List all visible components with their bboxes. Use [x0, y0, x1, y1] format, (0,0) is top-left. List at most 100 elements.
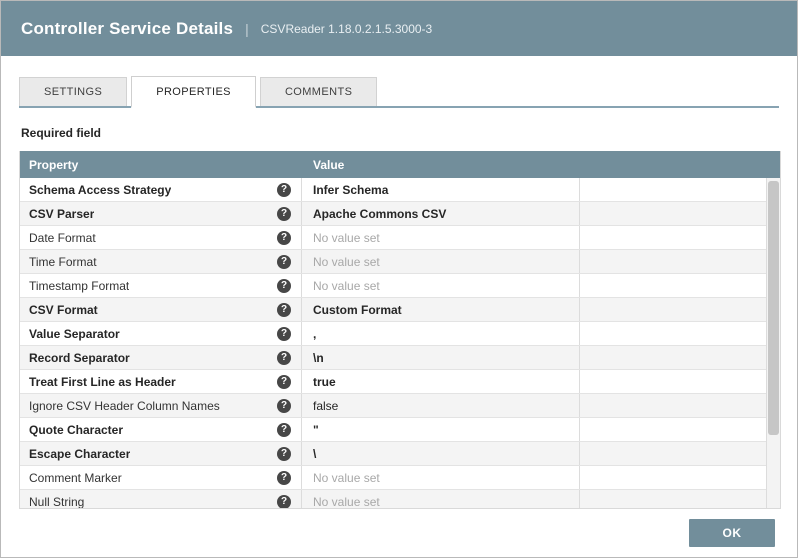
property-value: Custom Format — [313, 302, 402, 317]
empty-cell — [580, 418, 780, 441]
help-icon[interactable]: ? — [277, 206, 291, 221]
property-name: Comment Marker — [29, 470, 122, 485]
vertical-scrollbar[interactable] — [766, 178, 780, 508]
value-cell[interactable]: \n — [302, 346, 580, 369]
property-cell: Timestamp Format ? — [20, 274, 302, 297]
table-row[interactable]: Null String ? No value set — [20, 490, 780, 508]
table-row[interactable]: Treat First Line as Header ? true — [20, 370, 780, 394]
table-row[interactable]: Escape Character ? \ — [20, 442, 780, 466]
dialog-title: Controller Service Details — [21, 18, 234, 38]
help-icon[interactable]: ? — [277, 278, 291, 293]
property-cell: Quote Character ? — [20, 418, 302, 441]
ok-button[interactable]: OK — [689, 519, 775, 547]
help-icon[interactable]: ? — [277, 446, 291, 461]
empty-cell — [580, 466, 780, 489]
value-cell[interactable]: No value set — [302, 490, 580, 508]
value-cell[interactable]: false — [302, 394, 580, 417]
property-name: Escape Character — [29, 446, 131, 461]
help-icon[interactable]: ? — [277, 494, 291, 508]
property-name: Timestamp Format — [29, 278, 130, 293]
value-cell[interactable]: Apache Commons CSV — [302, 202, 580, 225]
property-name: Schema Access Strategy — [29, 182, 172, 197]
tab-settings[interactable]: SETTINGS — [19, 77, 128, 106]
value-cell[interactable]: " — [302, 418, 580, 441]
property-name: Ignore CSV Header Column Names — [29, 398, 220, 413]
help-icon[interactable]: ? — [277, 326, 291, 341]
tab-bar: SETTINGS PROPERTIES COMMENTS — [19, 76, 779, 108]
table-row[interactable]: Time Format ? No value set — [20, 250, 780, 274]
table-row[interactable]: CSV Parser ? Apache Commons CSV — [20, 202, 780, 226]
table-row[interactable]: Ignore CSV Header Column Names ? false — [20, 394, 780, 418]
table-row[interactable]: Comment Marker ? No value set — [20, 466, 780, 490]
property-name: CSV Format — [29, 302, 98, 317]
help-icon[interactable]: ? — [277, 350, 291, 365]
property-cell: Ignore CSV Header Column Names ? — [20, 394, 302, 417]
property-name: CSV Parser — [29, 206, 95, 221]
property-value: No value set — [313, 470, 380, 485]
properties-table: Property Value Schema Access Strategy ? … — [19, 151, 781, 509]
property-name: Quote Character — [29, 422, 124, 437]
property-cell: Time Format ? — [20, 250, 302, 273]
property-value: false — [313, 398, 339, 413]
empty-cell — [580, 202, 780, 225]
property-name: Value Separator — [29, 326, 120, 341]
value-cell[interactable]: true — [302, 370, 580, 393]
table-row[interactable]: Value Separator ? , — [20, 322, 780, 346]
value-cell[interactable]: Infer Schema — [302, 178, 580, 201]
help-icon[interactable]: ? — [277, 470, 291, 485]
value-cell[interactable]: \ — [302, 442, 580, 465]
value-cell[interactable]: No value set — [302, 226, 580, 249]
property-value: No value set — [313, 494, 380, 509]
property-value: true — [313, 374, 336, 389]
tab-comments[interactable]: COMMENTS — [259, 77, 378, 106]
help-icon[interactable]: ? — [277, 302, 291, 317]
value-cell[interactable]: No value set — [302, 274, 580, 297]
property-value: No value set — [313, 254, 380, 269]
property-cell: CSV Format ? — [20, 298, 302, 321]
help-icon[interactable]: ? — [277, 230, 291, 245]
scrollbar-thumb[interactable] — [768, 181, 779, 435]
property-cell: Null String ? — [20, 490, 302, 508]
value-cell[interactable]: Custom Format — [302, 298, 580, 321]
table-row[interactable]: Timestamp Format ? No value set — [20, 274, 780, 298]
column-header-value: Value — [313, 157, 345, 172]
help-icon[interactable]: ? — [277, 374, 291, 389]
value-cell[interactable]: No value set — [302, 250, 580, 273]
property-value: Infer Schema — [313, 182, 389, 197]
help-icon[interactable]: ? — [277, 398, 291, 413]
property-name: Null String — [29, 494, 85, 509]
empty-cell — [580, 226, 780, 249]
property-value: No value set — [313, 230, 380, 245]
dialog-footer: OK — [689, 519, 775, 547]
property-cell: Record Separator ? — [20, 346, 302, 369]
column-header-property: Property — [29, 157, 79, 172]
empty-cell — [580, 442, 780, 465]
property-value: , — [313, 326, 317, 341]
property-name: Time Format — [29, 254, 97, 269]
empty-cell — [580, 274, 780, 297]
empty-cell — [580, 394, 780, 417]
help-icon[interactable]: ? — [277, 422, 291, 437]
property-cell: Date Format ? — [20, 226, 302, 249]
table-row[interactable]: CSV Format ? Custom Format — [20, 298, 780, 322]
value-cell[interactable]: No value set — [302, 466, 580, 489]
empty-cell — [580, 322, 780, 345]
property-cell: Escape Character ? — [20, 442, 302, 465]
property-cell: Value Separator ? — [20, 322, 302, 345]
property-cell: Comment Marker ? — [20, 466, 302, 489]
empty-cell — [580, 298, 780, 321]
table-row[interactable]: Schema Access Strategy ? Infer Schema — [20, 178, 780, 202]
tab-properties[interactable]: PROPERTIES — [131, 76, 256, 108]
property-name: Date Format — [29, 230, 96, 245]
table-row[interactable]: Date Format ? No value set — [20, 226, 780, 250]
empty-cell — [580, 490, 780, 508]
help-icon[interactable]: ? — [277, 254, 291, 269]
table-header-row: Property Value — [20, 151, 780, 178]
empty-cell — [580, 178, 780, 201]
title-separator: | — [245, 20, 249, 37]
value-cell[interactable]: , — [302, 322, 580, 345]
table-row[interactable]: Quote Character ? " — [20, 418, 780, 442]
dialog-header: Controller Service Details | CSVReader 1… — [1, 1, 797, 56]
help-icon[interactable]: ? — [277, 182, 291, 197]
table-row[interactable]: Record Separator ? \n — [20, 346, 780, 370]
